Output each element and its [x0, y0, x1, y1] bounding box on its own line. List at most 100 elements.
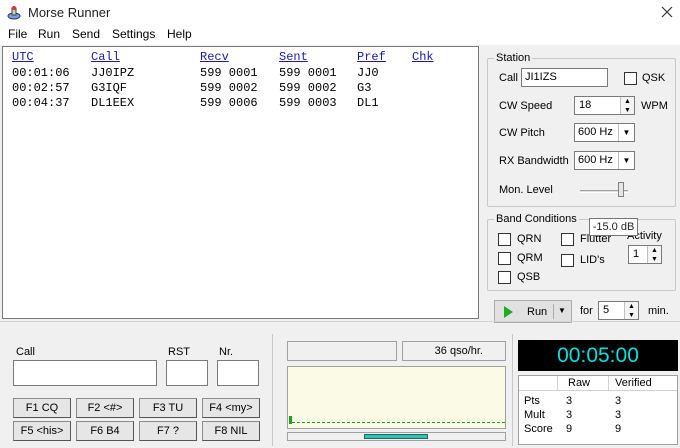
entry-call-input[interactable]: [13, 360, 157, 386]
score-col-divider: [608, 376, 609, 391]
table-row[interactable]: 00:04:37 DL1EEX 599 0006 599 0003 DL1: [3, 96, 478, 112]
window-title: Morse Runner: [28, 5, 111, 20]
close-button[interactable]: [656, 2, 678, 22]
log-header-pref[interactable]: Pref: [357, 50, 386, 64]
log-cell-utc: 00:01:06: [12, 66, 70, 80]
spin-up-icon[interactable]: ▲: [647, 246, 661, 255]
lids-label: LID's: [580, 254, 605, 266]
wpm-label: WPM: [641, 100, 668, 112]
score-col-divider: [557, 376, 558, 391]
menu-settings[interactable]: Settings: [112, 27, 155, 41]
menu-help[interactable]: Help: [167, 27, 192, 41]
flutter-checkbox[interactable]: [561, 233, 574, 246]
mon-level-slider[interactable]: [578, 180, 632, 198]
rate-text: 36 qso/hr.: [434, 345, 483, 357]
log-header-sent[interactable]: Sent: [279, 50, 308, 64]
f4-my-call-button[interactable]: F4 <my>: [202, 398, 260, 418]
score-verified: 3: [615, 409, 622, 421]
qsb-label: QSB: [517, 271, 541, 283]
chevron-down-icon[interactable]: ▼: [558, 306, 566, 315]
chevron-down-icon: ▼: [618, 152, 634, 169]
spin-down-icon[interactable]: ▼: [620, 105, 634, 114]
f2-exchange-button[interactable]: F2 <#>: [76, 398, 134, 418]
qsb-checkbox[interactable]: [498, 271, 511, 284]
qrn-checkbox[interactable]: [498, 233, 511, 246]
score-verified: 3: [615, 395, 622, 407]
cw-pitch-label: CW Pitch: [499, 127, 545, 139]
rx-bandwidth-value: 600 Hz: [578, 154, 613, 166]
rx-bandwidth-label: RX Bandwidth: [499, 155, 569, 167]
log-cell-call: JJ0IPZ: [91, 66, 135, 80]
log-cell-pref: G3: [357, 81, 372, 95]
spin-up-icon[interactable]: ▲: [624, 302, 638, 311]
table-row: Pts 3 3: [519, 395, 677, 409]
entry-nr-input[interactable]: [217, 360, 259, 386]
score-header-row: Raw Verified: [519, 376, 677, 391]
log-cell-utc: 00:04:37: [12, 96, 70, 110]
rx-bandwidth-select[interactable]: 600 Hz ▼: [574, 151, 635, 170]
qrm-checkbox[interactable]: [498, 252, 511, 265]
play-icon: [504, 306, 513, 318]
slider-thumb[interactable]: [618, 182, 624, 197]
for-label: for: [580, 305, 593, 317]
station-call-field[interactable]: JI1IZS: [521, 68, 608, 87]
log-header-utc[interactable]: UTC: [12, 50, 34, 64]
app-icon: [7, 6, 21, 20]
signal-baseline: [292, 422, 505, 423]
band-conditions-label: Band Conditions: [494, 213, 579, 225]
log-cell-call: DL1EEX: [91, 96, 135, 110]
signal-display: [287, 366, 506, 429]
f8-nil-button[interactable]: F8 NIL: [202, 421, 260, 441]
progress-fill: [364, 434, 428, 439]
log-header-chk[interactable]: Chk: [412, 50, 434, 64]
score-header-verified: Verified: [615, 377, 652, 389]
menu-file[interactable]: File: [8, 27, 27, 41]
divider: [512, 334, 513, 446]
f6-b4-button[interactable]: F6 B4: [76, 421, 134, 441]
status-field: [287, 341, 397, 361]
table-row[interactable]: 00:01:06 JJ0IPZ 599 0001 599 0001 JJ0: [3, 66, 478, 82]
score-table: Raw Verified Pts 3 3 Mult 3 3 Score 9 9: [518, 375, 678, 445]
cw-speed-value: 18: [579, 99, 592, 111]
run-minutes-spinner[interactable]: 5 ▲ ▼: [598, 301, 639, 320]
table-row: Mult 3 3: [519, 409, 677, 423]
log-cell-call: G3IQF: [91, 81, 128, 95]
log-header-call[interactable]: Call: [91, 50, 120, 64]
entry-rst-label: RST: [168, 346, 190, 358]
spin-down-icon[interactable]: ▼: [647, 254, 661, 263]
menu-send[interactable]: Send: [72, 27, 100, 41]
score-label: Mult: [524, 409, 545, 421]
lids-checkbox[interactable]: [561, 254, 574, 267]
score-label: Pts: [524, 395, 540, 407]
log-cell-pref: JJ0: [357, 66, 379, 80]
rate-field: 36 qso/hr.: [402, 341, 506, 361]
run-button-label: Run: [527, 306, 548, 318]
title-bar: Morse Runner: [0, 0, 680, 25]
log-cell-sent: 599 0002: [279, 81, 337, 95]
table-row[interactable]: 00:02:57 G3IQF 599 0002 599 0002 G3: [3, 81, 478, 97]
menu-run[interactable]: Run: [38, 27, 60, 41]
spin-up-icon[interactable]: ▲: [620, 97, 634, 106]
entry-rst-input[interactable]: [166, 360, 208, 386]
cw-pitch-select[interactable]: 600 Hz ▼: [574, 123, 635, 142]
close-icon: [661, 6, 673, 18]
qso-log[interactable]: UTC Call Recv Sent Pref Chk 00:01:06 JJ0…: [2, 46, 479, 319]
spin-down-icon[interactable]: ▼: [624, 310, 638, 319]
log-cell-sent: 599 0001: [279, 66, 337, 80]
table-row: Score 9 9: [519, 423, 677, 437]
activity-spinner[interactable]: 1 ▲ ▼: [628, 245, 662, 264]
min-label: min.: [648, 305, 669, 317]
activity-value: 1: [633, 248, 640, 260]
log-cell-pref: DL1: [357, 96, 379, 110]
station-group-label: Station: [494, 52, 533, 64]
f1-cq-button[interactable]: F1 CQ: [13, 398, 71, 418]
divider: [272, 334, 273, 446]
f7-query-button[interactable]: F7 ?: [139, 421, 197, 441]
menu-bar: File Run Send Settings Help: [0, 25, 680, 45]
qsk-checkbox[interactable]: [624, 72, 637, 85]
cw-speed-spinner[interactable]: 18 ▲ ▼: [574, 96, 635, 115]
f3-tu-button[interactable]: F3 TU: [139, 398, 197, 418]
f5-his-call-button[interactable]: F5 <his>: [13, 421, 71, 441]
log-header-recv[interactable]: Recv: [200, 50, 229, 64]
run-button[interactable]: Run ▼: [494, 300, 572, 323]
